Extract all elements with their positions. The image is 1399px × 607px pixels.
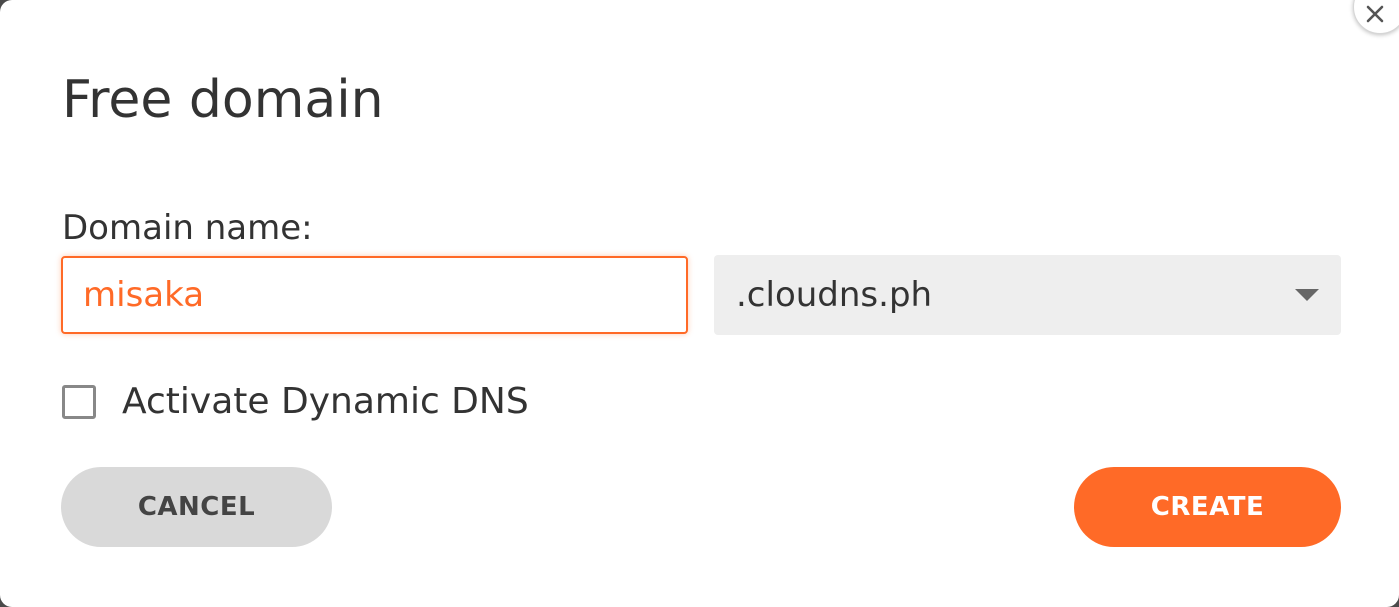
close-icon [1366,0,1394,23]
create-button[interactable]: CREATE [1074,467,1341,547]
zone-select[interactable]: .cloudns.ph [714,255,1341,335]
free-domain-dialog: Free domain Domain name: .cloudns.ph Act… [0,0,1399,607]
dynamic-dns-option[interactable]: Activate Dynamic DNS [62,378,529,426]
dialog-title: Free domain [62,70,384,130]
domain-name-input[interactable] [61,256,688,334]
cancel-button[interactable]: CANCEL [61,467,332,547]
caret-down-icon [1295,288,1319,302]
zone-select-value: .cloudns.ph [736,275,933,315]
dynamic-dns-checkbox[interactable] [62,385,96,419]
domain-name-label: Domain name: [62,208,313,248]
dynamic-dns-label: Activate Dynamic DNS [122,381,529,422]
close-button[interactable] [1353,0,1399,34]
